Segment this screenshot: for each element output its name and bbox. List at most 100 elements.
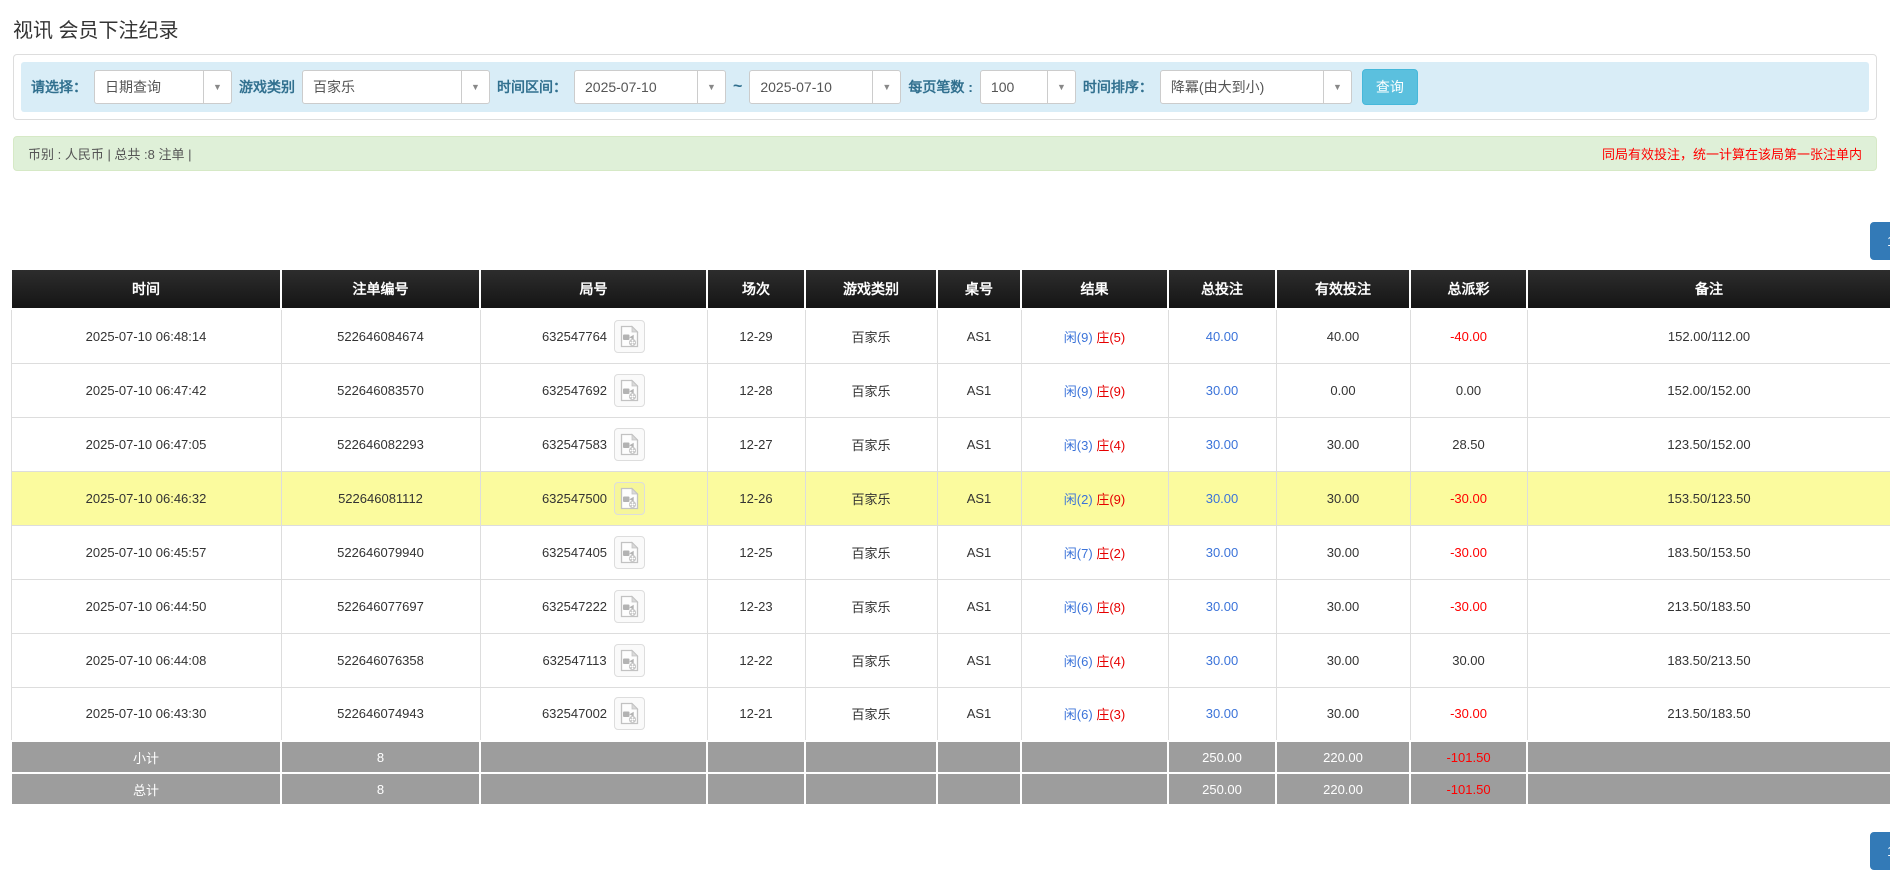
result-cell: 闲(9) 庄(5) xyxy=(1021,309,1168,363)
bet-id-cell: 522646079940 xyxy=(281,525,480,579)
time-cell: 2025-07-10 06:43:30 xyxy=(11,687,281,741)
video-record-button[interactable] xyxy=(614,320,645,353)
result-banker-text: 庄(8) xyxy=(1096,600,1125,615)
video-record-icon xyxy=(619,379,640,402)
video-record-button[interactable] xyxy=(614,482,645,515)
date-to-input[interactable]: 2025-07-10 ▼ xyxy=(749,70,901,104)
total-bet-link[interactable]: 30.00 xyxy=(1206,653,1239,668)
round-id-text: 632547583 xyxy=(542,437,607,452)
bet-record-row: 2025-07-10 06:44:08522646076358632547113… xyxy=(11,633,1890,687)
result-banker-text: 庄(2) xyxy=(1096,546,1125,561)
date-to-value: 2025-07-10 xyxy=(750,71,872,103)
bet-id-cell: 522646081112 xyxy=(281,471,480,525)
total-label-cell: 小计 xyxy=(11,741,281,773)
date-from-input[interactable]: 2025-07-10 ▼ xyxy=(574,70,726,104)
total-bet-cell: 30.00 xyxy=(1168,687,1276,741)
column-header: 总投注 xyxy=(1168,269,1276,309)
round-id-wrap: 632547222 xyxy=(542,590,645,623)
chevron-down-icon[interactable]: ▼ xyxy=(697,71,725,103)
round-id-wrap: 632547500 xyxy=(542,482,645,515)
game-type-cell: 百家乐 xyxy=(805,309,937,363)
video-record-icon xyxy=(619,541,640,564)
note-cell: 213.50/183.50 xyxy=(1527,687,1890,741)
note-cell: 123.50/152.00 xyxy=(1527,417,1890,471)
video-record-icon xyxy=(619,649,640,672)
session-cell: 12-25 xyxy=(707,525,805,579)
result-cell: 闲(2) 庄(9) xyxy=(1021,471,1168,525)
total-label-cell: 总计 xyxy=(11,773,281,805)
round-id-text: 632547405 xyxy=(542,545,607,560)
search-button[interactable]: 查询 xyxy=(1362,69,1418,105)
bet-record-row: 2025-07-10 06:45:57522646079940632547405… xyxy=(11,525,1890,579)
result-player-text: 闲(6) xyxy=(1064,707,1093,722)
chevron-down-icon[interactable]: ▼ xyxy=(461,71,489,103)
game-type-cell: 百家乐 xyxy=(805,471,937,525)
total-bet-link[interactable]: 30.00 xyxy=(1206,545,1239,560)
total-value-cell xyxy=(707,741,805,773)
payout-cell: -30.00 xyxy=(1410,525,1527,579)
total-value-cell xyxy=(805,773,937,805)
valid-bet-cell: 30.00 xyxy=(1276,687,1410,741)
pagination-page-button[interactable]: 1 xyxy=(1870,222,1890,260)
video-record-button[interactable] xyxy=(614,644,645,677)
valid-bet-cell: 30.00 xyxy=(1276,633,1410,687)
note-cell: 213.50/183.50 xyxy=(1527,579,1890,633)
time-cell: 2025-07-10 06:46:32 xyxy=(11,471,281,525)
total-value-cell: -101.50 xyxy=(1410,741,1527,773)
total-bet-link[interactable]: 30.00 xyxy=(1206,383,1239,398)
sort-order-select[interactable]: 降冪(由大到小) ▼ xyxy=(1160,70,1352,104)
video-record-button[interactable] xyxy=(614,374,645,407)
table-no-cell: AS1 xyxy=(937,471,1021,525)
round-id-text: 632547113 xyxy=(542,653,606,668)
time-cell: 2025-07-10 06:44:08 xyxy=(11,633,281,687)
round-id-cell: 632547764 xyxy=(480,309,707,363)
pagination-page-button-bottom[interactable]: 1 xyxy=(1870,832,1890,870)
video-record-button[interactable] xyxy=(614,428,645,461)
result-cell: 闲(9) 庄(9) xyxy=(1021,363,1168,417)
column-header: 总派彩 xyxy=(1410,269,1527,309)
column-header: 注单编号 xyxy=(281,269,480,309)
result-banker-text: 庄(3) xyxy=(1096,707,1125,722)
chevron-down-icon[interactable]: ▼ xyxy=(203,71,231,103)
column-header: 桌号 xyxy=(937,269,1021,309)
valid-bet-cell: 30.00 xyxy=(1276,471,1410,525)
total-value-cell xyxy=(1527,741,1890,773)
total-bet-link[interactable]: 30.00 xyxy=(1206,706,1239,721)
video-record-button[interactable] xyxy=(614,590,645,623)
per-page-value: 100 xyxy=(981,71,1047,103)
result-banker-text: 庄(4) xyxy=(1096,438,1125,453)
chevron-down-icon[interactable]: ▼ xyxy=(1047,71,1075,103)
video-record-button[interactable] xyxy=(614,536,645,569)
chevron-down-icon[interactable]: ▼ xyxy=(872,71,900,103)
bet-record-row: 2025-07-10 06:48:14522646084674632547764… xyxy=(11,309,1890,363)
total-bet-link[interactable]: 30.00 xyxy=(1206,491,1239,506)
payout-cell: -30.00 xyxy=(1410,579,1527,633)
result-player-text: 闲(2) xyxy=(1064,492,1093,507)
per-page-select[interactable]: 100 ▼ xyxy=(980,70,1076,104)
payout-cell: -30.00 xyxy=(1410,687,1527,741)
round-id-text: 632547500 xyxy=(542,491,607,506)
result-banker-text: 庄(9) xyxy=(1096,384,1125,399)
valid-bet-cell: 30.00 xyxy=(1276,579,1410,633)
column-header: 备注 xyxy=(1527,269,1890,309)
round-id-text: 632547002 xyxy=(542,706,607,721)
note-cell: 183.50/213.50 xyxy=(1527,633,1890,687)
total-bet-link[interactable]: 40.00 xyxy=(1206,329,1239,344)
table-no-cell: AS1 xyxy=(937,417,1021,471)
total-bet-link[interactable]: 30.00 xyxy=(1206,599,1239,614)
subtotal-row: 小计8250.00220.00-101.50 xyxy=(11,741,1890,773)
round-id-wrap: 632547405 xyxy=(542,536,645,569)
total-bet-link[interactable]: 30.00 xyxy=(1206,437,1239,452)
filter-type-select[interactable]: 日期查询 ▼ xyxy=(94,70,232,104)
table-no-cell: AS1 xyxy=(937,687,1021,741)
video-record-icon xyxy=(619,487,640,510)
note-cell: 183.50/153.50 xyxy=(1527,525,1890,579)
summary-bar: 币别 : 人民币 | 总共 :8 注单 | 同局有效投注，统一计算在该局第一张注… xyxy=(13,136,1877,171)
session-cell: 12-29 xyxy=(707,309,805,363)
game-type-select[interactable]: 百家乐 ▼ xyxy=(302,70,490,104)
video-record-button[interactable] xyxy=(614,697,645,730)
bet-record-row: 2025-07-10 06:47:42522646083570632547692… xyxy=(11,363,1890,417)
chevron-down-icon[interactable]: ▼ xyxy=(1323,71,1351,103)
payout-cell: 28.50 xyxy=(1410,417,1527,471)
page-title: 视讯 会员下注纪录 xyxy=(13,14,1890,43)
